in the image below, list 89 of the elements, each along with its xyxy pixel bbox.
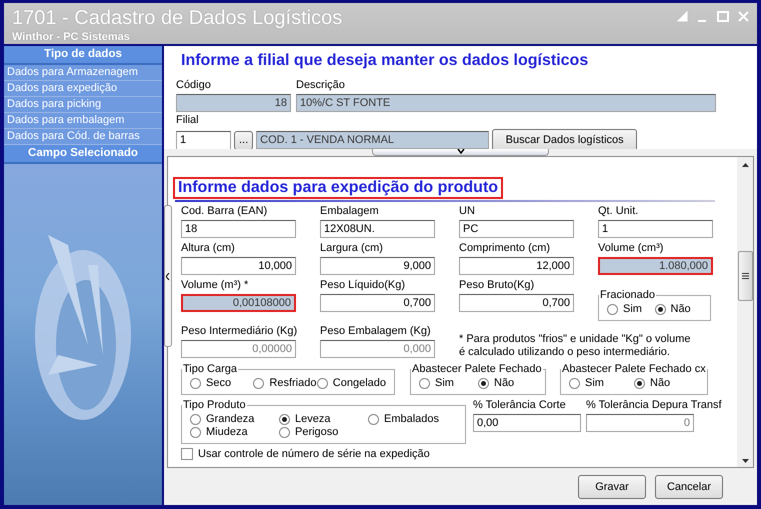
field-label: Cod. Barra (EAN)	[181, 205, 268, 218]
grip-icon	[742, 273, 749, 279]
input-field[interactable]: 18	[176, 94, 291, 112]
field-label: Peso Líquido(Kg)	[320, 279, 406, 292]
input-field[interactable]: 9,000	[320, 257, 435, 275]
field-label: Volume (m³) *	[181, 279, 250, 292]
splitter-handle[interactable]	[372, 149, 549, 156]
field-label: Peso Bruto(Kg)	[459, 279, 536, 292]
radio-label: Embalados	[384, 413, 440, 425]
field-label: Largura (cm)	[320, 242, 384, 255]
radio-button[interactable]	[316, 378, 328, 388]
radio-button[interactable]	[478, 378, 489, 388]
field-label: Altura (cm)	[181, 242, 236, 255]
radio-label: Sim	[623, 303, 642, 315]
radio-button[interactable]	[279, 426, 290, 438]
radio-label: Perigoso	[295, 426, 338, 438]
radio-label: Leveza	[295, 413, 330, 425]
radio-label: Sim	[585, 377, 604, 389]
checkbox-label: Usar controle de número de série na expedição	[198, 448, 430, 460]
search-button[interactable]: Buscar Dados logísticos	[492, 129, 638, 151]
radio-label: Seco	[206, 377, 232, 389]
radio-label: Grandeza	[206, 413, 254, 425]
radio-button[interactable]	[253, 378, 264, 388]
radio-label: Não	[650, 377, 670, 389]
radio-label: Sim	[435, 377, 454, 389]
radio-button[interactable]	[190, 426, 201, 438]
field-label: % Tolerância Corte	[473, 399, 567, 412]
collapse-handle[interactable]	[164, 205, 172, 347]
field-label: Filial	[176, 114, 200, 127]
input-field[interactable]: 0,700	[459, 294, 574, 312]
field-label: Volume (cm³)	[598, 242, 664, 255]
radio-button[interactable]	[190, 378, 201, 388]
input-field[interactable]: 12,000	[459, 257, 574, 275]
sidebar-header: Campo Selecionado	[4, 145, 162, 164]
window-subtitle: Winthor - PC Sistemas	[12, 31, 131, 43]
radio-label: Não	[670, 303, 691, 315]
field-label: Peso Embalagem (Kg)	[320, 325, 432, 338]
chevron-down-icon	[456, 149, 464, 154]
input-field[interactable]: 1	[598, 220, 713, 238]
input-field[interactable]: 1.080,000	[598, 257, 713, 275]
scroll-up-icon	[742, 163, 748, 167]
radio-button[interactable]	[607, 304, 618, 314]
cancel-button[interactable]: Cancelar	[655, 474, 723, 498]
radio-button[interactable]	[368, 414, 379, 424]
scroll-down-icon	[742, 459, 748, 463]
input-field[interactable]: 0,00	[473, 414, 581, 432]
scrollbar-thumb[interactable]	[738, 251, 753, 301]
radio-label: Miudeza	[206, 426, 248, 438]
field-label: UN	[459, 205, 476, 218]
info-note: * Para produtos "frios" e unidade "Kg" o volume é calculado utilizando o peso intermediário.	[459, 333, 692, 359]
radio-button[interactable]	[279, 414, 290, 424]
input-field[interactable]: 18	[181, 220, 296, 238]
input-field[interactable]: PC	[459, 220, 574, 238]
group-title: Abastecer Palete Fechado cx	[561, 363, 707, 375]
radio-button[interactable]	[569, 378, 580, 388]
field-label: Descrição	[296, 79, 346, 92]
field-label: Qt. Unit.	[598, 205, 640, 218]
input-field[interactable]: 1	[176, 130, 231, 150]
lookup-button[interactable]: ...	[234, 130, 254, 150]
sidebar-header: Tipo de dados	[4, 46, 162, 65]
section-heading: Informe a filial que deseja manter os dados logísticos	[180, 51, 590, 71]
save-button[interactable]: Gravar	[578, 474, 646, 498]
field-label: Comprimento (cm)	[459, 242, 552, 255]
radio-label: Resfriado	[269, 377, 316, 389]
field-label: Código	[176, 79, 212, 92]
group-title: Fracionado	[599, 289, 656, 301]
field-label: Peso Intermediário (Kg)	[181, 325, 298, 338]
input-field[interactable]: 0,700	[320, 294, 435, 312]
field-label: % Tolerância Depura Transf	[586, 399, 723, 412]
field-label: Embalagem	[320, 205, 380, 218]
group-title: Abastecer Palete Fechado	[411, 363, 543, 375]
section-heading: Informe dados para expedição do produto	[173, 177, 504, 199]
input-field[interactable]: 10,000	[181, 257, 296, 275]
radio-button[interactable]	[654, 304, 666, 314]
input-field[interactable]: 12X08UN.	[320, 220, 435, 238]
checkbox[interactable]	[181, 448, 193, 460]
vertical-scrollbar[interactable]	[737, 157, 753, 467]
radio-button[interactable]	[634, 378, 645, 388]
radio-label: Congelado	[332, 377, 386, 389]
window-title: 1701 - Cadastro de Dados Logísticos	[12, 6, 342, 31]
radio-button[interactable]	[190, 414, 201, 424]
radio-label: Não	[494, 377, 514, 389]
input-field[interactable]: 0,00108000	[181, 294, 296, 312]
input-field[interactable]: 10%/C ST FONTE	[296, 94, 716, 112]
chevron-left-icon	[166, 272, 170, 280]
radio-button[interactable]	[419, 378, 430, 388]
group-title: Tipo Produto	[182, 399, 247, 411]
input-field[interactable]: COD. 1 - VENDA NORMAL	[256, 131, 490, 149]
group-title: Tipo Carga	[182, 363, 238, 375]
